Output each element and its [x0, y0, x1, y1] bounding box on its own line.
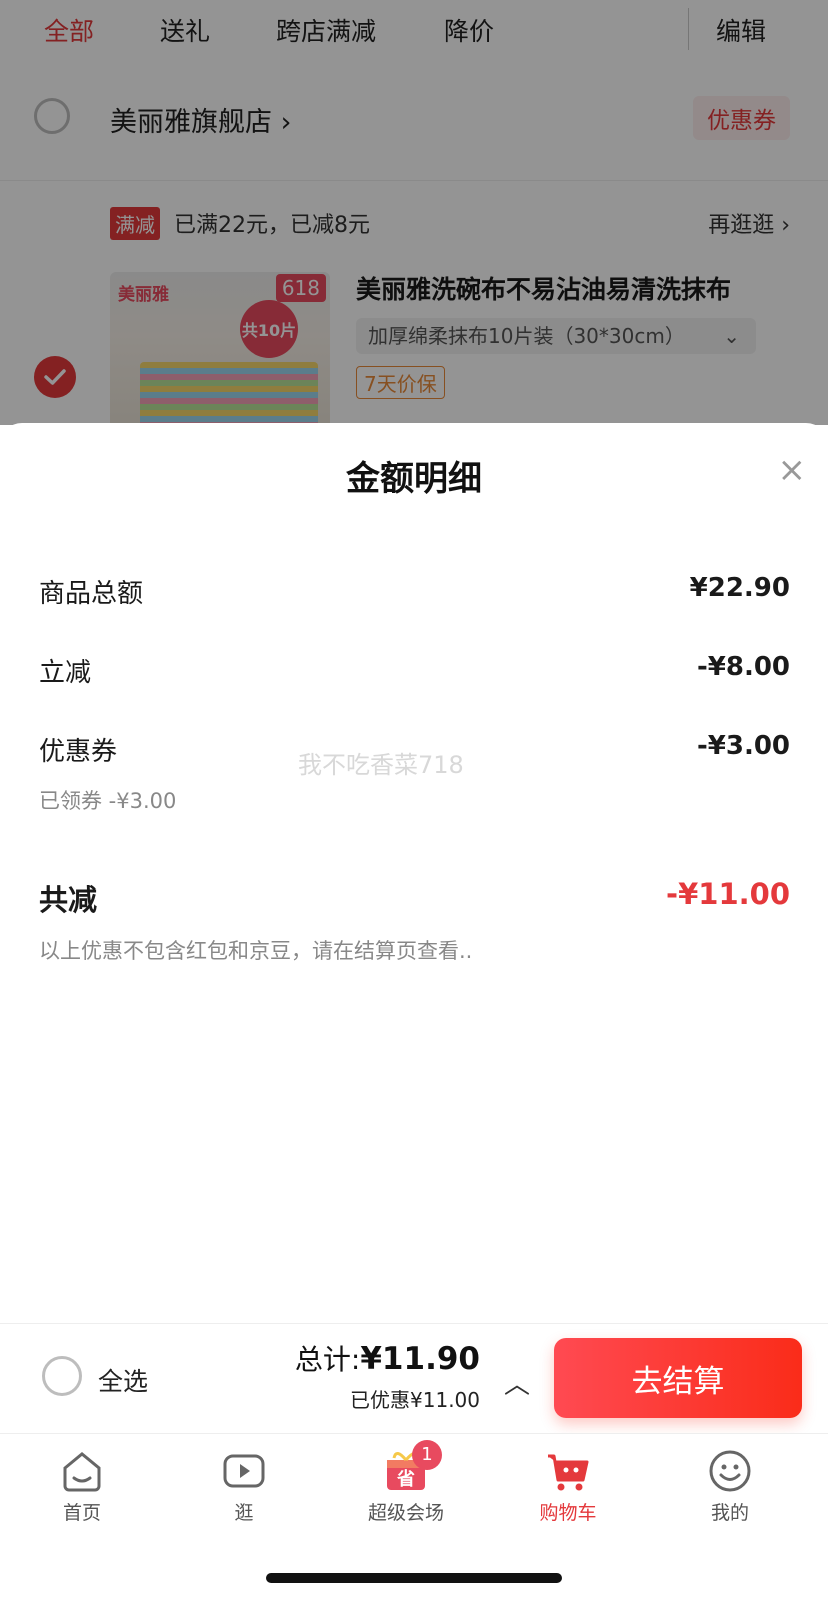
coupon-value: -¥3.00: [696, 731, 790, 761]
saved-amount: 已优惠¥11.00: [350, 1388, 480, 1412]
tab-home[interactable]: 首页: [22, 1442, 142, 1525]
watermark: 我不吃香菜718: [298, 751, 464, 779]
sheet-title: 金额明细: [346, 459, 482, 499]
chevron-up-icon[interactable]: ︿: [504, 1364, 530, 1401]
total-discount-label: 共减: [39, 883, 98, 917]
cart-icon: [548, 1454, 589, 1491]
tab-home-label: 首页: [62, 1502, 101, 1524]
discount-note: 以上优惠不包含红包和京豆，请在结算页查看..: [39, 939, 473, 963]
checkout-button[interactable]: 去结算: [554, 1338, 802, 1418]
goods-total-value: ¥22.90: [689, 573, 790, 603]
total-value: ¥11.90: [360, 1341, 480, 1377]
amount-detail-sheet: 金额明细 × 商品总额 ¥22.90 立减 -¥8.00 优惠券 -¥3.00 …: [0, 423, 828, 1323]
bottom-tab-bar: 首页 逛 省 1 超级会场 购物车 我的: [0, 1433, 828, 1597]
instant-discount-label: 立减: [39, 658, 92, 688]
tab-mine[interactable]: 我的: [670, 1442, 790, 1525]
total-discount-value: -¥11.00: [666, 877, 790, 911]
tab-super-venue[interactable]: 省 1 超级会场: [346, 1440, 466, 1525]
close-icon[interactable]: ×: [778, 453, 807, 487]
video-play-icon: [223, 1454, 265, 1488]
goods-total-row: 商品总额 ¥22.90: [39, 573, 790, 610]
tab-super-label: 超级会场: [367, 1502, 444, 1524]
tab-mine-label: 我的: [710, 1502, 749, 1524]
tab-browse-label: 逛: [234, 1502, 254, 1524]
smiley-icon: [709, 1450, 751, 1492]
goods-total-label: 商品总额: [39, 579, 144, 609]
instant-discount-value: -¥8.00: [696, 652, 790, 682]
home-icon: [63, 1452, 101, 1492]
home-indicator: [266, 1573, 562, 1583]
total-amount: 总计:¥11.90: [295, 1338, 480, 1378]
coupon-sub-text: 已领券 -¥3.00: [39, 789, 177, 813]
total-discount-row: 共减 -¥11.00: [39, 877, 790, 919]
total-label: 总计:: [294, 1343, 361, 1376]
tab-cart[interactable]: 购物车: [508, 1442, 628, 1525]
instant-discount-row: 立减 -¥8.00: [39, 652, 790, 689]
svg-text:省: 省: [396, 1468, 415, 1490]
tab-cart-label: 购物车: [539, 1502, 597, 1524]
coupon-label: 优惠券: [39, 737, 118, 767]
checkout-bar: 全选 总计:¥11.90 已优惠¥11.00 ︿ 去结算: [0, 1323, 828, 1434]
select-all-radio[interactable]: [42, 1356, 82, 1396]
select-all-label[interactable]: 全选: [98, 1362, 148, 1398]
notification-badge: 1: [412, 1440, 442, 1470]
tab-browse[interactable]: 逛: [184, 1442, 304, 1525]
modal-backdrop[interactable]: [0, 0, 828, 425]
